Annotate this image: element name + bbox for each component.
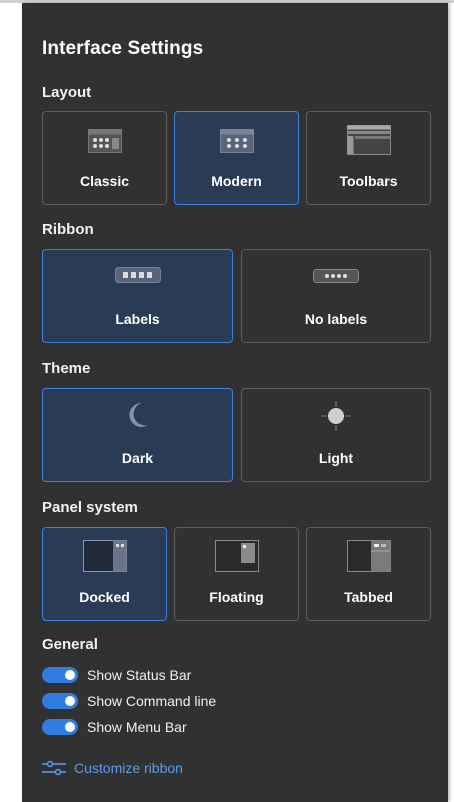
toggle-row-command-line[interactable]: Show Command line — [42, 691, 216, 711]
layout-option-classic[interactable]: Classic — [42, 111, 167, 205]
ribbon-option-label: No labels — [304, 311, 368, 327]
section-label-layout: Layout — [42, 84, 92, 101]
ribbon-option-label: Labels — [115, 311, 160, 327]
toggle-knob — [65, 722, 75, 732]
status-bar-toggle[interactable] — [42, 667, 78, 683]
customize-ribbon-link[interactable]: Customize ribbon — [42, 760, 183, 776]
panel-option-floating[interactable]: Floating — [174, 527, 299, 621]
sliders-icon — [42, 760, 66, 776]
modern-layout-icon — [219, 129, 254, 153]
ribbon-option-no-labels[interactable]: No labels — [241, 249, 431, 343]
panel-option-label: Floating — [209, 589, 264, 605]
toggle-row-status-bar[interactable]: Show Status Bar — [42, 665, 191, 685]
toggle-knob — [65, 670, 75, 680]
theme-option-label: Light — [318, 450, 354, 466]
ribbon-no-labels-icon — [313, 269, 359, 283]
theme-option-dark[interactable]: Dark — [42, 388, 233, 482]
panel-option-label: Tabbed — [344, 589, 393, 605]
toggle-knob — [65, 696, 75, 706]
layout-option-label: Toolbars — [339, 173, 398, 189]
theme-option-light[interactable]: Light — [241, 388, 431, 482]
ribbon-labels-icon — [114, 267, 161, 283]
sun-icon — [322, 402, 350, 430]
toggle-label: Show Status Bar — [87, 667, 192, 683]
toolbars-layout-icon — [346, 125, 391, 155]
menu-bar-toggle[interactable] — [42, 719, 78, 735]
toggle-label: Show Command line — [87, 693, 217, 709]
section-label-general: General — [42, 636, 98, 653]
layout-option-modern[interactable]: Modern — [174, 111, 299, 205]
section-label-panel-system: Panel system — [42, 499, 138, 516]
section-label-ribbon: Ribbon — [42, 221, 94, 238]
customize-ribbon-label: Customize ribbon — [74, 760, 183, 776]
floating-panel-icon — [214, 540, 259, 572]
panel-option-label: Docked — [79, 589, 130, 605]
interface-settings-window: Interface Settings Layout Classic Modern — [0, 0, 454, 802]
ribbon-option-labels[interactable]: Labels — [42, 249, 233, 343]
toggle-label: Show Menu Bar — [87, 719, 187, 735]
layout-option-label: Classic — [79, 173, 130, 189]
layout-option-label: Modern — [211, 173, 262, 189]
tabbed-panel-icon — [346, 540, 391, 572]
moon-icon — [128, 402, 148, 427]
docked-panel-icon — [82, 540, 127, 572]
section-label-theme: Theme — [42, 360, 91, 377]
toggle-row-menu-bar[interactable]: Show Menu Bar — [42, 717, 187, 737]
theme-option-label: Dark — [121, 450, 154, 466]
classic-layout-icon — [87, 129, 122, 153]
panel-option-docked[interactable]: Docked — [42, 527, 167, 621]
panel-title: Interface Settings — [42, 38, 204, 59]
layout-option-toolbars[interactable]: Toolbars — [306, 111, 431, 205]
panel-option-tabbed[interactable]: Tabbed — [306, 527, 431, 621]
command-line-toggle[interactable] — [42, 693, 78, 709]
